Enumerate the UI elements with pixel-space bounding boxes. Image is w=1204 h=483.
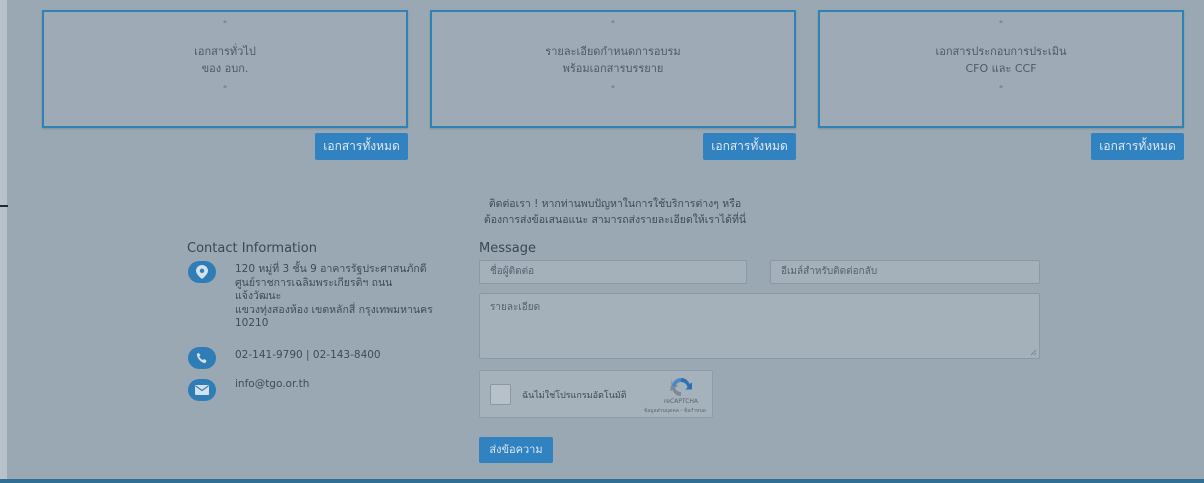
send-message-button[interactable]: ส่งข้อความ (479, 437, 553, 463)
name-field[interactable]: ชื่อผู้ติดต่อ (479, 260, 747, 284)
recaptcha-logo-icon (670, 378, 692, 396)
envelope-icon (188, 379, 216, 401)
footer-border (0, 479, 1204, 483)
message-title: Message (479, 241, 536, 256)
doc-card-assessment[interactable]: " เอกสารประกอบการประเมิน CFO และ CCF " (818, 10, 1184, 128)
recaptcha-label: ฉันไม่ใช่โปรแกรมอัตโนมัติ (522, 391, 627, 401)
detail-textarea[interactable]: รายละเอียด (479, 293, 1040, 359)
name-field-placeholder: ชื่อผู้ติดต่อ (490, 266, 535, 277)
contact-intro: ติดต่อเรา ! หากท่านพบปัญหาในการใช้บริการ… (460, 196, 770, 228)
quote-mark: " (222, 20, 228, 30)
all-docs-button-assessment[interactable]: เอกสารทั้งหมด (1091, 133, 1184, 160)
contact-intro-line2: ต้องการส่งข้อเสนอแนะ สามารถส่งรายละเอียด… (483, 214, 747, 226)
detail-textarea-placeholder: รายละเอียด (490, 302, 541, 313)
card-title-line2: พร้อมเอกสารบรรยาย (562, 62, 664, 75)
recaptcha-widget: ฉันไม่ใช่โปรแกรมอัตโนมัติ reCAPTCHA ข้อม… (479, 370, 713, 418)
quote-mark: " (610, 20, 616, 30)
address-line: 120 หมู่ที่ 3 ชั้น 9 อาคารรัฐประศาสนภักด… (235, 263, 427, 275)
card-title-line2: ของ อบก. (201, 62, 249, 75)
contact-phone: 02-141-9790 | 02-143-8400 (235, 349, 381, 361)
quote-mark: " (998, 85, 1004, 95)
address-line: แจ้งวัฒนะ (235, 290, 282, 302)
card-title: รายละเอียดกำหนดการอบรม พร้อมเอกสารบรรยาย (432, 43, 794, 77)
location-pin-icon (188, 261, 216, 283)
doc-card-general[interactable]: " เอกสารทั่วไป ของ อบก. " (42, 10, 408, 128)
phone-icon (188, 347, 216, 369)
quote-mark: " (998, 20, 1004, 30)
contact-address: 120 หมู่ที่ 3 ชั้น 9 อาคารรัฐประศาสนภักด… (235, 263, 433, 331)
left-edge (0, 0, 7, 483)
card-title: เอกสารประกอบการประเมิน CFO และ CCF (820, 43, 1182, 77)
card-title-line1: เอกสารทั่วไป (194, 45, 256, 58)
card-title-line1: เอกสารประกอบการประเมิน (935, 45, 1067, 58)
resize-handle-icon[interactable] (1030, 349, 1037, 356)
email-field[interactable]: อีเมล์สำหรับติดต่อกลับ (770, 260, 1040, 284)
all-docs-button-training[interactable]: เอกสารทั้งหมด (703, 133, 796, 160)
recaptcha-terms-link[interactable]: ข้อมูลส่วนบุคคล - ข้อกำหนด (610, 407, 710, 415)
doc-card-training[interactable]: " รายละเอียดกำหนดการอบรม พร้อมเอกสารบรรย… (430, 10, 796, 128)
recaptcha-brand: reCAPTCHA (663, 398, 699, 405)
contact-email[interactable]: info@tgo.or.th (235, 378, 309, 392)
card-title-line1: รายละเอียดกำหนดการอบรม (545, 45, 681, 58)
card-title: เอกสารทั่วไป ของ อบก. (44, 43, 406, 77)
card-title-line2: CFO และ CCF (965, 62, 1037, 75)
email-field-placeholder: อีเมล์สำหรับติดต่อกลับ (781, 266, 878, 277)
recaptcha-checkbox[interactable] (490, 384, 511, 405)
address-line: 10210 (235, 317, 269, 329)
contact-intro-line1: ติดต่อเรา ! หากท่านพบปัญหาในการใช้บริการ… (488, 198, 742, 210)
all-docs-button-general[interactable]: เอกสารทั้งหมด (315, 133, 408, 160)
address-line: แขวงทุ่งสองห้อง เขตหลักสี่ กรุงเทพมหานคร (235, 303, 433, 316)
quote-mark: " (610, 85, 616, 95)
left-tick (0, 205, 8, 207)
quote-mark: " (222, 85, 228, 95)
address-line: ศูนย์ราชการเฉลิมพระเกียรติฯ ถนน (235, 276, 393, 289)
contact-info-title: Contact Information (187, 241, 317, 256)
